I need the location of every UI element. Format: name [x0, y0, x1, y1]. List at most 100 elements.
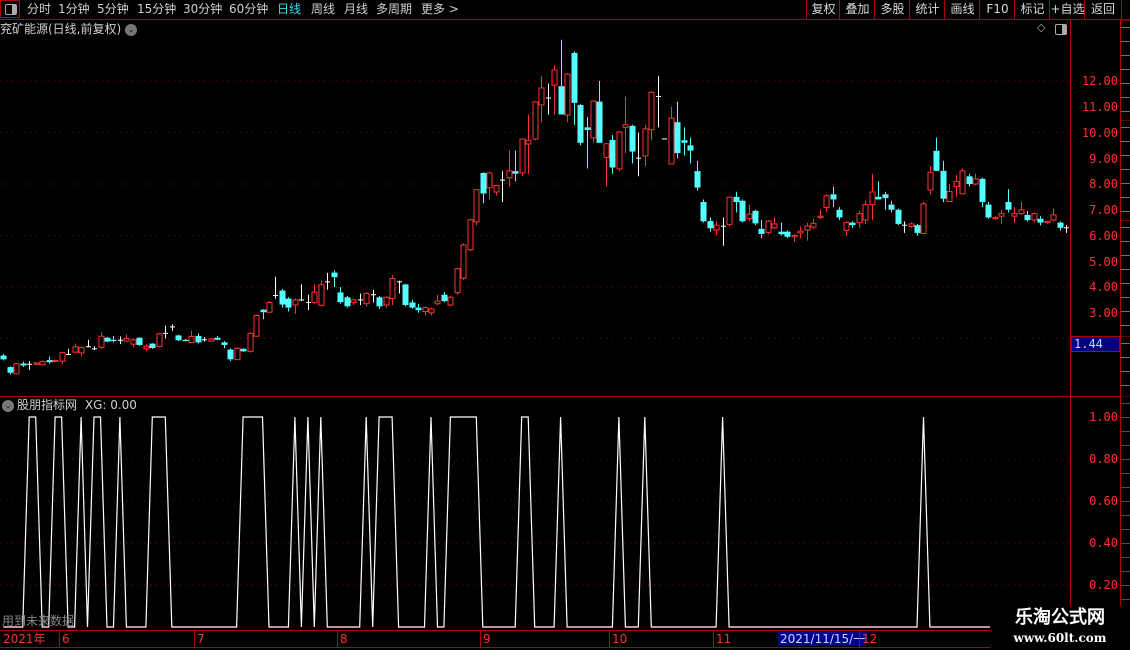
candle-body — [350, 299, 357, 303]
side-tab[interactable] — [1121, 20, 1130, 121]
month-tick — [609, 631, 610, 647]
candle-body — [130, 339, 137, 345]
candle-body — [609, 139, 616, 168]
price-tick: 7.00 — [1089, 203, 1118, 217]
highlighted-date: 2021/11/15/一 — [778, 632, 868, 646]
candle-body — [227, 349, 234, 360]
candle-body — [376, 297, 383, 307]
candle-body — [123, 338, 130, 342]
candle-body — [13, 363, 20, 375]
candle-body — [771, 223, 778, 229]
candle-body — [622, 124, 629, 128]
candle-body — [700, 202, 707, 222]
candle-body — [285, 298, 292, 308]
candle-body — [966, 176, 973, 184]
candle-body — [972, 178, 979, 185]
candle-body — [687, 145, 694, 151]
candle-body — [52, 359, 59, 362]
candle-body — [311, 291, 318, 303]
indicator-tick: 0.80 — [1089, 452, 1118, 466]
candle-body — [875, 196, 882, 200]
candle-body — [933, 150, 940, 171]
candle-body — [538, 87, 545, 106]
candle-body — [434, 300, 441, 305]
month-tick — [480, 631, 481, 647]
candle-body — [1018, 209, 1025, 215]
candle-body — [188, 335, 195, 344]
candle-body — [383, 296, 390, 306]
crosshair-price-label: 1.44 — [1071, 336, 1120, 352]
candle-body — [765, 220, 772, 233]
candle-body — [707, 221, 714, 229]
candle-body — [1031, 213, 1038, 221]
candle-body — [221, 342, 228, 345]
candle-body — [927, 171, 934, 191]
candle-body — [1050, 214, 1057, 221]
watermark-logo: 乐淘公式网 www.60lt.com — [990, 606, 1130, 650]
candle-body — [551, 69, 558, 86]
candle-body — [830, 194, 837, 200]
xg-signal-line — [3, 416, 1066, 628]
candle-body — [0, 355, 7, 360]
candle-body — [778, 231, 785, 235]
back-button[interactable]: 返回 — [1084, 0, 1122, 19]
candle-body — [564, 73, 571, 116]
indicator-tick: 0.20 — [1089, 578, 1118, 592]
candle-body — [525, 139, 532, 145]
side-tab[interactable] — [1121, 120, 1130, 221]
candle-body — [175, 335, 182, 341]
candle-body — [72, 346, 79, 353]
candle-body — [648, 91, 655, 131]
candle-body — [810, 222, 817, 228]
indicator-tick: 0.60 — [1089, 494, 1118, 508]
candle-body — [279, 290, 286, 305]
candle-body — [344, 297, 351, 307]
side-tab[interactable] — [1121, 220, 1130, 337]
candle-body — [1024, 214, 1031, 221]
candle-body — [849, 222, 856, 226]
month-label: 10 — [612, 632, 628, 646]
price-tick: 9.00 — [1089, 152, 1118, 166]
candle-body — [473, 189, 480, 223]
candle-body — [486, 172, 493, 189]
candle-body — [363, 292, 370, 305]
candle-body — [758, 228, 765, 234]
candle-body — [467, 219, 474, 251]
candle-body — [908, 223, 915, 227]
candle-body — [59, 352, 66, 362]
indicator-value: XG: 0.00 — [84, 398, 137, 412]
candle-body — [940, 170, 947, 199]
candle-body — [843, 222, 850, 231]
candle-body — [318, 284, 325, 306]
candle-body — [888, 204, 895, 210]
candle-body — [1011, 213, 1018, 217]
candle-body — [234, 347, 241, 361]
side-tab[interactable] — [1121, 396, 1130, 631]
candle-body — [149, 343, 156, 349]
chart-canvas[interactable] — [0, 0, 1070, 630]
candle-body — [337, 292, 344, 303]
month-label: 9 — [483, 632, 491, 646]
candle-body — [1057, 222, 1064, 228]
candle-body — [389, 278, 396, 300]
candle-body — [985, 204, 992, 218]
candle-body — [733, 196, 740, 203]
chevron-down-icon[interactable]: ⌄ — [2, 399, 14, 412]
candle-body — [804, 225, 811, 231]
candle-body — [752, 210, 759, 224]
side-tab-strip[interactable] — [1121, 20, 1130, 631]
date-axis: 2021年 6 7 8 9 10 11 2021/11/15/一 12 — [0, 630, 1120, 648]
side-tab[interactable] — [1121, 336, 1130, 397]
candle-body — [208, 338, 215, 342]
candle-body — [331, 272, 338, 278]
candle-body — [681, 140, 688, 143]
candle-body — [33, 362, 40, 365]
candle-body — [266, 301, 273, 313]
candle-body — [441, 294, 448, 302]
candle-body — [590, 100, 597, 139]
price-tick: 12.00 — [1081, 74, 1118, 88]
candle-body — [422, 307, 429, 312]
candle-body — [136, 337, 143, 345]
candle-body — [746, 213, 753, 220]
candle-body — [20, 363, 27, 366]
